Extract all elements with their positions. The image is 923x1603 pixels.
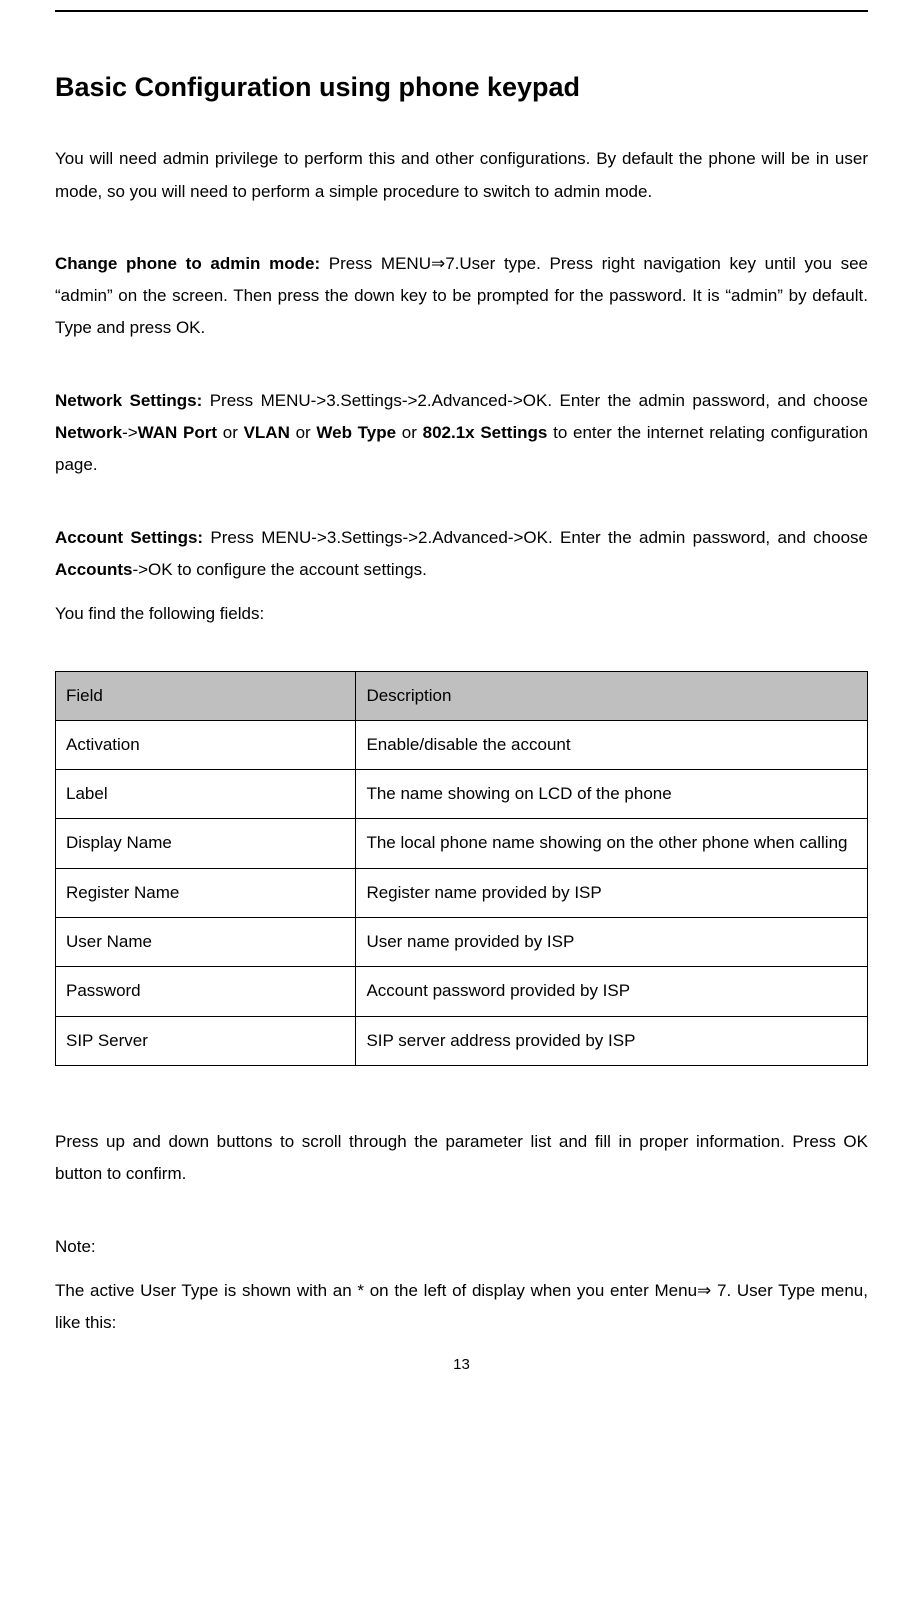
document-page: Basic Configuration using phone keypad Y…: [0, 10, 923, 1410]
cell-field: SIP Server: [56, 1016, 356, 1065]
network-settings-bold-4: Web Type: [316, 423, 396, 442]
cell-field: Display Name: [56, 819, 356, 868]
note-label: Note:: [55, 1231, 868, 1263]
cell-field: Activation: [56, 720, 356, 769]
change-admin-paragraph: Change phone to admin mode: Press MENU⇒7…: [55, 248, 868, 345]
network-settings-text-2: ->: [122, 423, 138, 442]
cell-desc: The local phone name showing on the othe…: [356, 819, 868, 868]
network-settings-text-1: Press MENU->3.Settings->2.Advanced->OK. …: [210, 391, 868, 410]
cell-desc: The name showing on LCD of the phone: [356, 770, 868, 819]
network-settings-bold-5: 802.1x Settings: [423, 423, 548, 442]
network-settings-bold-2: WAN Port: [138, 423, 217, 442]
table-row: Password Account password provided by IS…: [56, 967, 868, 1016]
cell-desc: Account password provided by ISP: [356, 967, 868, 1016]
table-row: User Name User name provided by ISP: [56, 918, 868, 967]
table-row: Register Name Register name provided by …: [56, 868, 868, 917]
change-admin-label: Change phone to admin mode:: [55, 254, 329, 273]
cell-desc: User name provided by ISP: [356, 918, 868, 967]
note-text: The active User Type is shown with an * …: [55, 1275, 868, 1340]
intro-paragraph: You will need admin privilege to perform…: [55, 143, 868, 208]
account-settings-text-1: Press MENU->3.Settings->2.Advanced->OK. …: [210, 528, 868, 547]
network-settings-bold-1: Network: [55, 423, 122, 442]
network-settings-text-3: or: [217, 423, 244, 442]
cell-desc: Enable/disable the account: [356, 720, 868, 769]
table-row: Label The name showing on LCD of the pho…: [56, 770, 868, 819]
th-desc: Description: [356, 671, 868, 720]
network-settings-bold-3: VLAN: [244, 423, 290, 442]
network-settings-text-4: or: [290, 423, 317, 442]
account-settings-paragraph: Account Settings: Press MENU->3.Settings…: [55, 522, 868, 587]
page-number: 13: [55, 1351, 868, 1380]
cell-desc: SIP server address provided by ISP: [356, 1016, 868, 1065]
press-paragraph: Press up and down buttons to scroll thro…: [55, 1126, 868, 1191]
cell-desc: Register name provided by ISP: [356, 868, 868, 917]
cell-field: Label: [56, 770, 356, 819]
account-settings-bold-1: Accounts: [55, 560, 132, 579]
page-heading: Basic Configuration using phone keypad: [55, 62, 868, 113]
network-settings-text-5: or: [396, 423, 423, 442]
cell-field: Register Name: [56, 868, 356, 917]
table-row: Display Name The local phone name showin…: [56, 819, 868, 868]
account-settings-text-2: ->OK to configure the account settings.: [132, 560, 426, 579]
table-row: Activation Enable/disable the account: [56, 720, 868, 769]
table-header-row: Field Description: [56, 671, 868, 720]
fields-table: Field Description Activation Enable/disa…: [55, 671, 868, 1066]
top-rule: [55, 10, 868, 12]
account-settings-label: Account Settings:: [55, 528, 210, 547]
cell-field: User Name: [56, 918, 356, 967]
network-settings-label: Network Settings:: [55, 391, 210, 410]
network-settings-paragraph: Network Settings: Press MENU->3.Settings…: [55, 385, 868, 482]
table-row: SIP Server SIP server address provided b…: [56, 1016, 868, 1065]
cell-field: Password: [56, 967, 356, 1016]
th-field: Field: [56, 671, 356, 720]
fields-line: You find the following fields:: [55, 598, 868, 630]
